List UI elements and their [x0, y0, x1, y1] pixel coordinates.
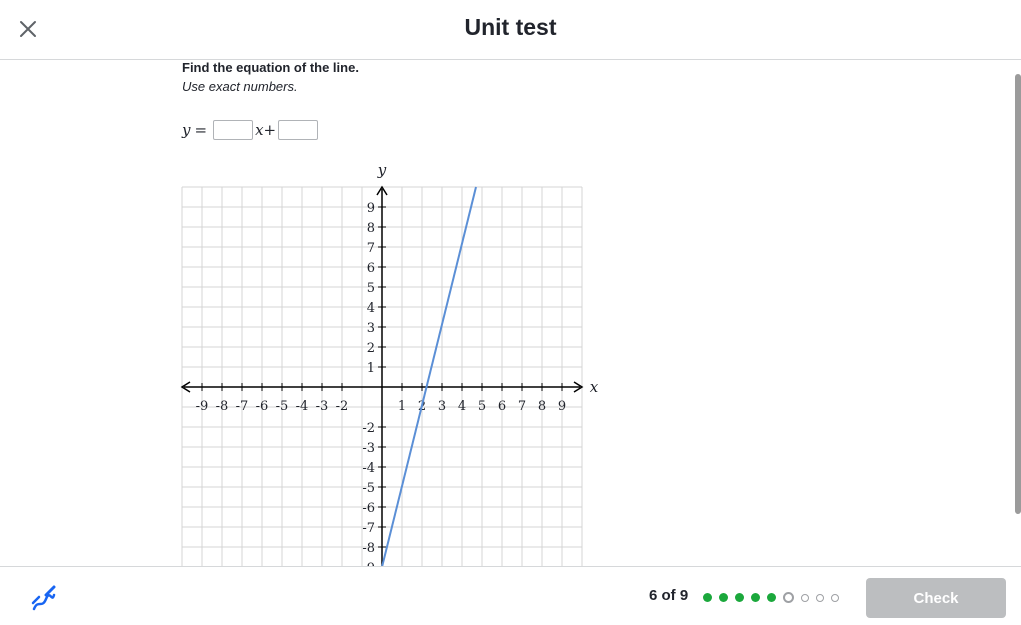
progress-dots — [703, 592, 846, 603]
progress-dot — [816, 593, 824, 602]
y-tick-label: -3 — [362, 441, 375, 456]
y-tick-label: 8 — [367, 221, 375, 236]
x-tick-label: 8 — [538, 399, 546, 414]
scrollbar[interactable] — [1015, 74, 1021, 566]
x-tick-label: 6 — [498, 399, 506, 414]
y-tick-label: -8 — [362, 541, 375, 556]
x-tick-label: 9 — [558, 399, 566, 414]
header-bar: Unit test — [0, 0, 1021, 60]
page-title: Unit test — [464, 14, 557, 40]
x-tick-label: -2 — [336, 399, 349, 414]
coordinate-graph: -9 -8 -7 -6 -5 -4 -3 -2 1 2 3 4 5 6 7 8 9987654321-2-3-4… — [180, 161, 599, 566]
y-tick-label: 2 — [367, 341, 375, 356]
y-tick-label: -4 — [362, 461, 375, 476]
x-tick-label: -5 — [276, 399, 289, 414]
x-tick-label: 1 — [398, 399, 406, 414]
x-tick-label: 3 — [438, 399, 446, 414]
progress-dot — [751, 593, 760, 602]
check-button[interactable]: Check — [866, 578, 1006, 618]
y-tick-label: -2 — [362, 421, 375, 436]
y-tick-label: 7 — [367, 241, 375, 256]
y-tick-label: -5 — [362, 481, 375, 496]
scrollbar-thumb[interactable] — [1015, 74, 1021, 514]
progress-dot — [801, 593, 809, 602]
x-tick-label: -9 — [196, 399, 209, 414]
y-tick-label: 9 — [367, 201, 375, 216]
progress-dot — [783, 592, 794, 603]
y-tick-label: 3 — [367, 321, 375, 336]
progress-dot — [735, 593, 744, 602]
x-tick-label: -4 — [296, 399, 309, 414]
y-tick-label: 1 — [367, 361, 375, 376]
progress-dot — [703, 593, 712, 602]
progress-text: 6 of 9 — [649, 587, 689, 604]
footer-bar: 6 of 9 Check — [0, 566, 1021, 625]
y-tick-label: -6 — [362, 501, 375, 516]
y-tick-label: 5 — [367, 281, 375, 296]
progress-dot — [719, 593, 728, 602]
x-tick-label: 5 — [478, 399, 486, 414]
y-axis-label: y — [377, 161, 387, 179]
y-tick-label: 6 — [367, 261, 375, 276]
x-tick-label: -3 — [316, 399, 329, 414]
x-tick-label: -6 — [256, 399, 269, 414]
y-tick-label: -7 — [362, 521, 375, 536]
question-area: Find the equation of the line. Use exact… — [0, 60, 1021, 566]
x-tick-label: 4 — [458, 399, 466, 414]
progress-dot — [831, 593, 839, 602]
x-axis-label: x — [590, 378, 599, 396]
y-tick-label: 4 — [367, 301, 375, 316]
x-tick-label: -8 — [216, 399, 229, 414]
x-tick-label: -7 — [236, 399, 249, 414]
scratchpad-pencil-icon[interactable] — [30, 585, 58, 611]
progress-dot — [767, 593, 776, 602]
x-tick-label: 7 — [518, 399, 526, 414]
